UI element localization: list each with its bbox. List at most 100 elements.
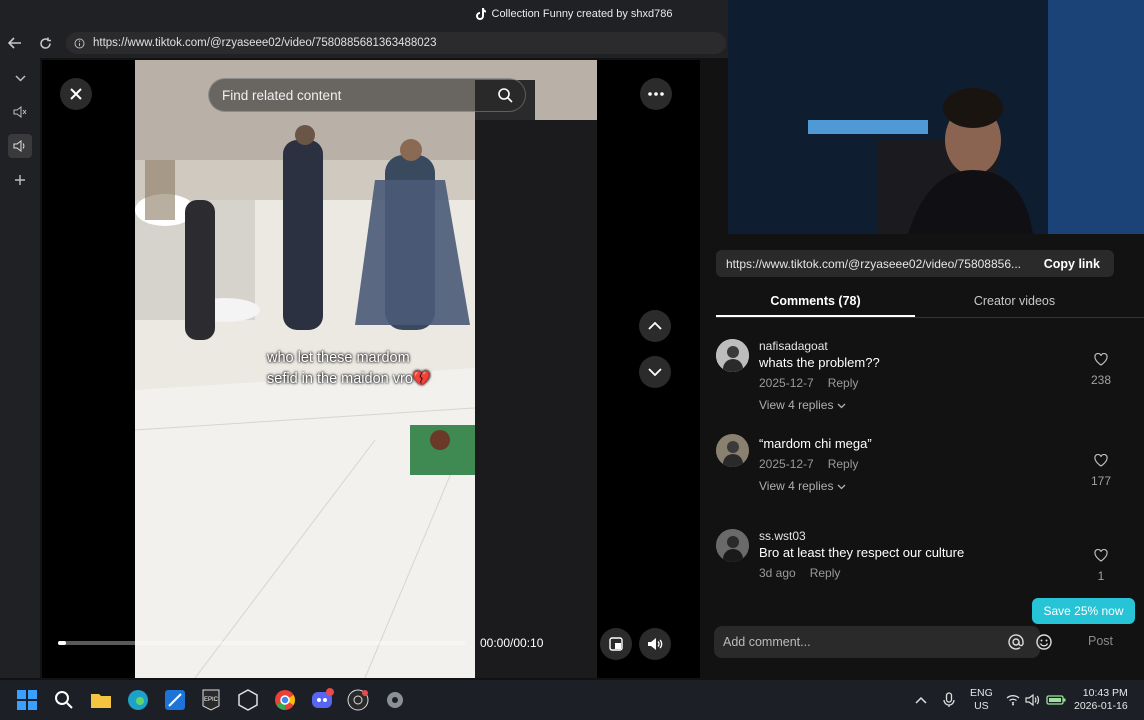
search-icon[interactable] (497, 87, 513, 103)
reply-button[interactable]: Reply (810, 566, 841, 580)
address-bar: https://www.tiktok.com/@rzyaseee02/video… (0, 28, 728, 58)
share-link-text[interactable]: https://www.tiktok.com/@rzyaseee02/video… (716, 257, 1036, 271)
reload-icon (39, 37, 51, 49)
pen-app-icon[interactable] (163, 688, 187, 712)
network-tray (1006, 680, 1020, 720)
pip-button[interactable] (600, 628, 632, 660)
lang-primary: ENG (970, 687, 993, 699)
edge-browser-icon[interactable] (126, 688, 150, 712)
chrome-icon[interactable] (273, 688, 297, 712)
comment-body: nafisadagoat whats the problem?? 2025-12… (759, 339, 1079, 412)
epic-games-icon[interactable]: EPIC (199, 688, 223, 712)
caption-line-2-wrap: sefid in the maidon vro💔 (267, 369, 517, 390)
language-indicator[interactable]: ENG US (970, 680, 993, 720)
collapse-button[interactable] (8, 66, 32, 90)
volume-button[interactable] (8, 134, 32, 158)
broken-heart-emoji: 💔 (412, 371, 431, 387)
avatar[interactable] (716, 529, 749, 562)
volume-tray (1025, 680, 1040, 720)
view-replies-button[interactable]: View 4 replies (759, 479, 1079, 493)
battery-icon[interactable] (1046, 694, 1066, 706)
chevron-up-icon (648, 322, 662, 330)
mention-icon[interactable] (1008, 634, 1024, 650)
next-video-button[interactable] (639, 356, 671, 388)
emoji-icon[interactable] (1036, 634, 1052, 650)
reload-button[interactable] (30, 28, 60, 58)
clock-time: 10:43 PM (1082, 687, 1128, 699)
post-button[interactable]: Post (1088, 634, 1113, 648)
tab-comments[interactable]: Comments (78) (716, 286, 915, 317)
windows-start-icon[interactable] (15, 688, 39, 712)
settings-gear-icon[interactable] (383, 688, 407, 712)
speaker-icon (13, 140, 25, 152)
video-progress-bar[interactable] (58, 641, 466, 645)
heart-icon[interactable] (1094, 453, 1108, 467)
chevron-up-icon[interactable] (915, 696, 927, 704)
volume-toggle-button[interactable] (639, 628, 671, 660)
file-explorer-icon[interactable] (89, 688, 113, 712)
comment-item: “mardom chi mega” 2025-12-7 Reply View 4 … (716, 434, 1116, 514)
site-info-icon (74, 38, 85, 48)
more-dots-icon (648, 92, 664, 96)
unity-icon[interactable] (236, 688, 260, 712)
window-titlebar: Collection Funny created by shxd786 (0, 0, 728, 28)
avatar[interactable] (716, 339, 749, 372)
discord-icon[interactable] (310, 688, 334, 712)
chevron-down-icon (14, 74, 26, 82)
avatar[interactable] (716, 434, 749, 467)
like-count: 238 (1090, 373, 1112, 387)
volume-icon[interactable] (1025, 694, 1040, 706)
previous-video-button[interactable] (639, 310, 671, 342)
chevron-down-icon (837, 403, 846, 409)
svg-text:EPIC: EPIC (204, 697, 219, 703)
like-control[interactable]: 1 (1086, 548, 1116, 583)
comment-item: nafisadagoat whats the problem?? 2025-12… (716, 339, 1116, 419)
url-field[interactable]: https://www.tiktok.com/@rzyaseee02/video… (66, 32, 726, 54)
like-control[interactable]: 177 (1086, 453, 1116, 488)
left-sidebar (0, 58, 40, 678)
like-control[interactable]: 238 (1086, 352, 1116, 387)
heart-icon[interactable] (1094, 548, 1108, 562)
wifi-icon[interactable] (1006, 694, 1020, 706)
video-caption: who let these mardom sefid in the maidon… (267, 348, 517, 390)
comment-date: 2025-12-7 (759, 457, 814, 471)
close-icon (70, 88, 82, 100)
comment-composer (714, 626, 1052, 658)
volume-icon (648, 638, 663, 650)
comment-username[interactable]: nafisadagoat (759, 339, 1079, 353)
add-button[interactable] (8, 168, 32, 192)
clock[interactable]: 10:43 PM 2026-01-16 (1074, 680, 1128, 720)
battery-tray (1046, 680, 1066, 720)
chevron-down-icon (648, 368, 662, 376)
like-count: 1 (1097, 569, 1105, 583)
save-offer-badge[interactable]: Save 25% now (1032, 598, 1135, 624)
obs-icon[interactable] (346, 688, 370, 712)
microphone-icon[interactable] (943, 692, 955, 708)
related-search[interactable] (208, 78, 526, 112)
view-replies-label: View 4 replies (759, 479, 834, 493)
webcam-overlay (728, 0, 1144, 234)
close-button[interactable] (60, 78, 92, 110)
mute-button[interactable] (8, 100, 32, 124)
comment-username[interactable]: ss.wst03 (759, 529, 1079, 543)
system-tray (915, 680, 927, 720)
back-button[interactable] (0, 28, 30, 58)
window-title-wrap: Collection Funny created by shxd786 (475, 8, 673, 20)
comment-input[interactable] (723, 635, 993, 649)
avatar-image (716, 529, 749, 562)
heart-icon[interactable] (1094, 352, 1108, 366)
copy-link-button[interactable]: Copy link (1044, 257, 1100, 271)
comment-date: 3d ago (759, 566, 796, 580)
avatar-image (716, 434, 749, 467)
url-text: https://www.tiktok.com/@rzyaseee02/video… (93, 37, 437, 49)
related-search-input[interactable] (222, 87, 482, 103)
share-link-row: https://www.tiktok.com/@rzyaseee02/video… (716, 250, 1114, 277)
search-icon[interactable] (52, 688, 76, 712)
caption-line-2: sefid in the maidon vro (267, 371, 413, 387)
reply-button[interactable]: Reply (828, 376, 859, 390)
clock-date: 2026-01-16 (1074, 700, 1128, 712)
tab-creator-videos[interactable]: Creator videos (915, 286, 1114, 317)
more-options-button[interactable] (640, 78, 672, 110)
view-replies-button[interactable]: View 4 replies (759, 398, 1079, 412)
reply-button[interactable]: Reply (828, 457, 859, 471)
